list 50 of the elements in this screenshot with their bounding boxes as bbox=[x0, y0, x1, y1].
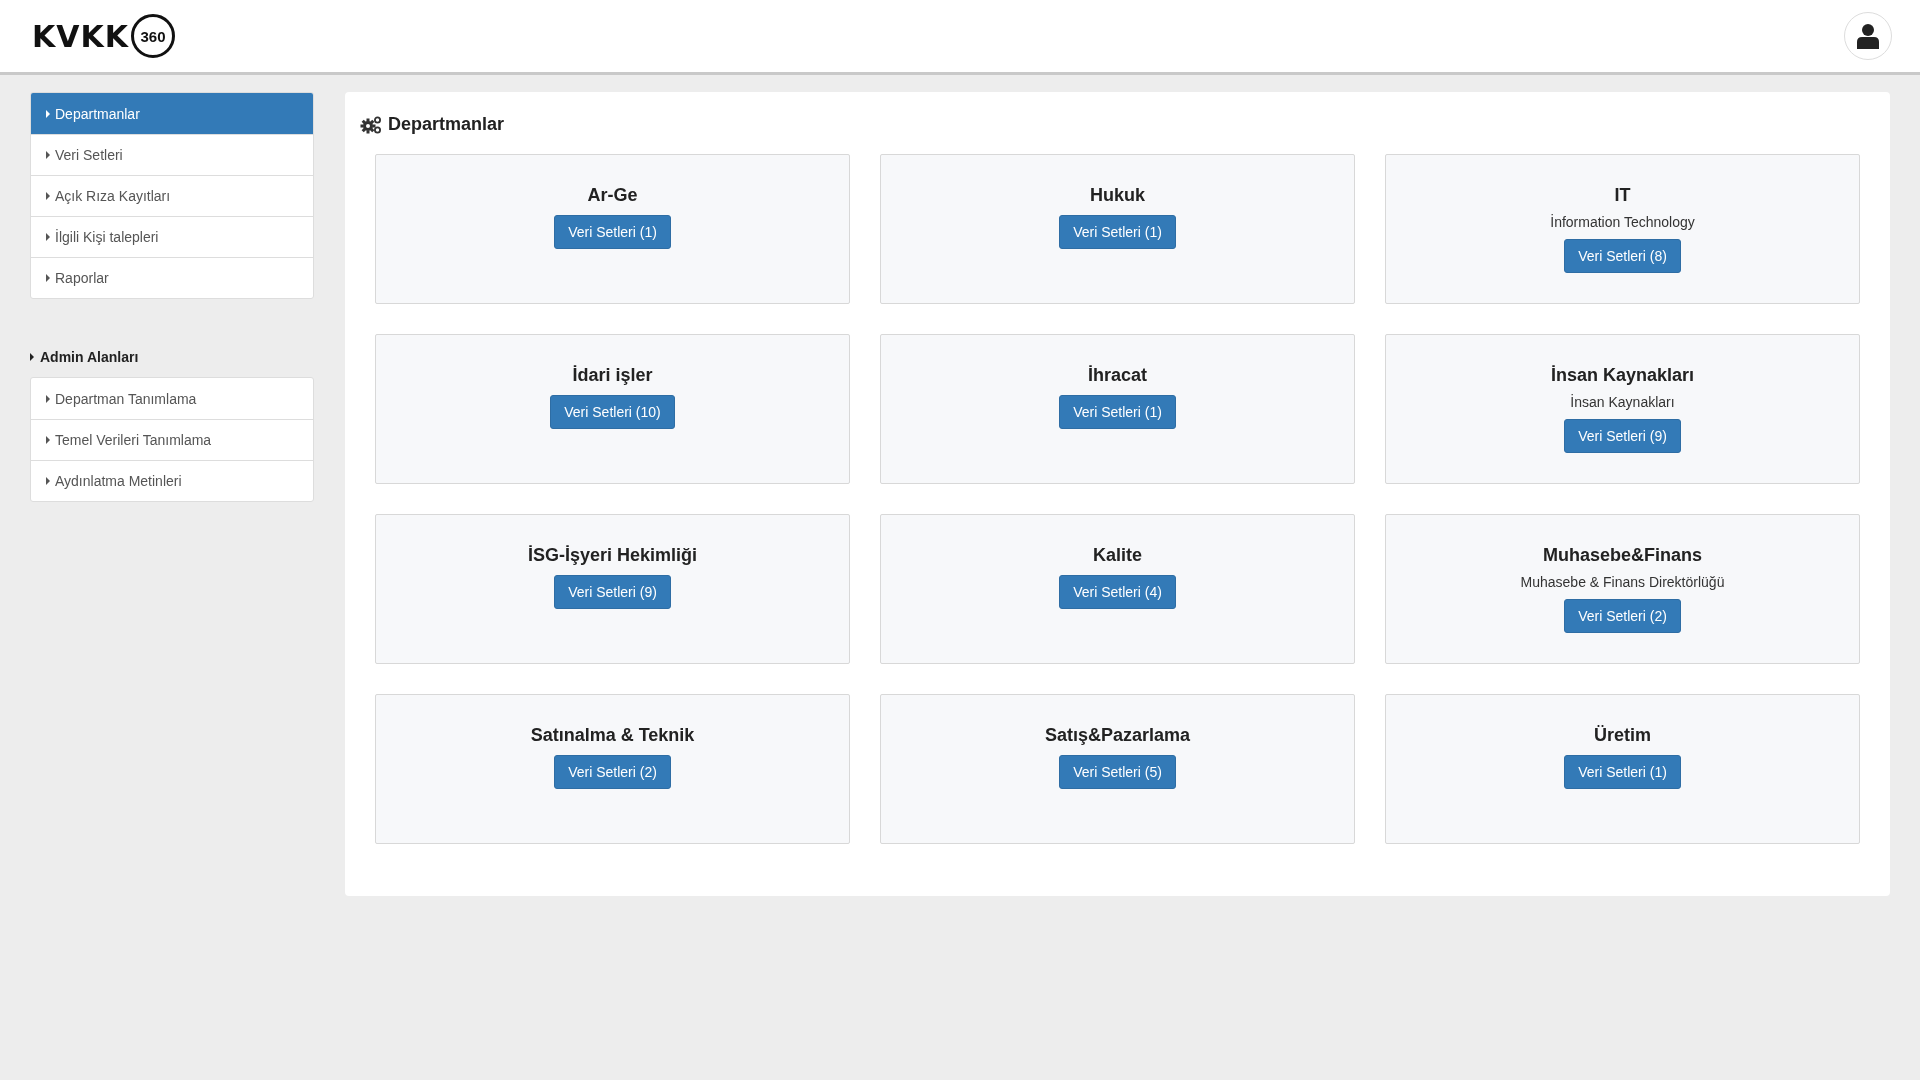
department-description: Muhasebe & Finans Direktörlüğü bbox=[1520, 574, 1725, 590]
department-name: Satış&Pazarlama bbox=[1044, 725, 1191, 746]
datasets-button[interactable]: Veri Setleri (10) bbox=[550, 395, 675, 429]
sidebar-item[interactable]: Veri Setleri bbox=[31, 134, 313, 175]
datasets-button[interactable]: Veri Setleri (1) bbox=[554, 215, 671, 249]
caret-icon bbox=[46, 192, 50, 200]
department-name: Satınalma & Teknik bbox=[530, 725, 695, 746]
gears-icon bbox=[360, 115, 382, 134]
datasets-button[interactable]: Veri Setleri (1) bbox=[1059, 215, 1176, 249]
department-name: Hukuk bbox=[1090, 185, 1145, 206]
logo-text: KVKK bbox=[32, 18, 129, 54]
caret-icon bbox=[46, 274, 50, 282]
caret-icon bbox=[46, 477, 50, 485]
datasets-button[interactable]: Veri Setleri (2) bbox=[1564, 599, 1681, 633]
sidebar-item[interactable]: Açık Rıza Kayıtları bbox=[31, 175, 313, 216]
sidebar-item[interactable]: Aydınlatma Metinleri bbox=[31, 460, 313, 501]
caret-icon bbox=[46, 436, 50, 444]
datasets-button[interactable]: Veri Setleri (8) bbox=[1564, 239, 1681, 273]
sidebar-item[interactable]: Temel Verileri Tanımlama bbox=[31, 419, 313, 460]
department-description: İnsan Kaynakları bbox=[1570, 394, 1675, 410]
department-name: İdari işler bbox=[572, 365, 653, 386]
datasets-button[interactable]: Veri Setleri (4) bbox=[1059, 575, 1176, 609]
caret-icon bbox=[46, 394, 50, 403]
caret-icon bbox=[46, 151, 50, 159]
datasets-button[interactable]: Veri Setleri (2) bbox=[554, 755, 671, 789]
department-name: İhracat bbox=[1088, 365, 1147, 386]
department-name: Ar-Ge bbox=[587, 185, 638, 206]
department-name: IT bbox=[1614, 185, 1631, 206]
caret-icon bbox=[30, 353, 34, 361]
sidebar-item[interactable]: İlgili Kişi talepleri bbox=[31, 216, 313, 257]
user-avatar-icon[interactable] bbox=[1844, 12, 1892, 60]
datasets-button[interactable]: Veri Setleri (9) bbox=[1564, 419, 1681, 453]
section-heading: Admin Alanları bbox=[40, 349, 139, 365]
sidebar-item[interactable]: Departman Tanımlama bbox=[31, 378, 313, 419]
department-name: Kalite bbox=[1093, 545, 1142, 566]
datasets-button[interactable]: Veri Setleri (1) bbox=[1059, 395, 1176, 429]
sidebar-item[interactable]: Raporlar bbox=[31, 257, 313, 298]
page-title: Departmanlar bbox=[388, 114, 505, 135]
datasets-button[interactable]: Veri Setleri (9) bbox=[554, 575, 671, 609]
department-name: İnsan Kaynakları bbox=[1550, 365, 1695, 386]
datasets-button[interactable]: Veri Setleri (1) bbox=[1564, 755, 1681, 789]
caret-icon bbox=[46, 109, 50, 118]
logo-badge: 360 bbox=[130, 14, 175, 58]
datasets-button[interactable]: Veri Setleri (5) bbox=[1059, 755, 1176, 789]
department-description: İnformation Technology bbox=[1550, 214, 1695, 230]
caret-icon bbox=[46, 233, 50, 241]
department-name: İSG-İşyeri Hekimliği bbox=[527, 545, 698, 566]
department-name: Muhasebe&Finans bbox=[1543, 545, 1702, 566]
department-name: Üretim bbox=[1594, 725, 1651, 746]
sidebar-item[interactable]: Departmanlar bbox=[31, 93, 313, 134]
